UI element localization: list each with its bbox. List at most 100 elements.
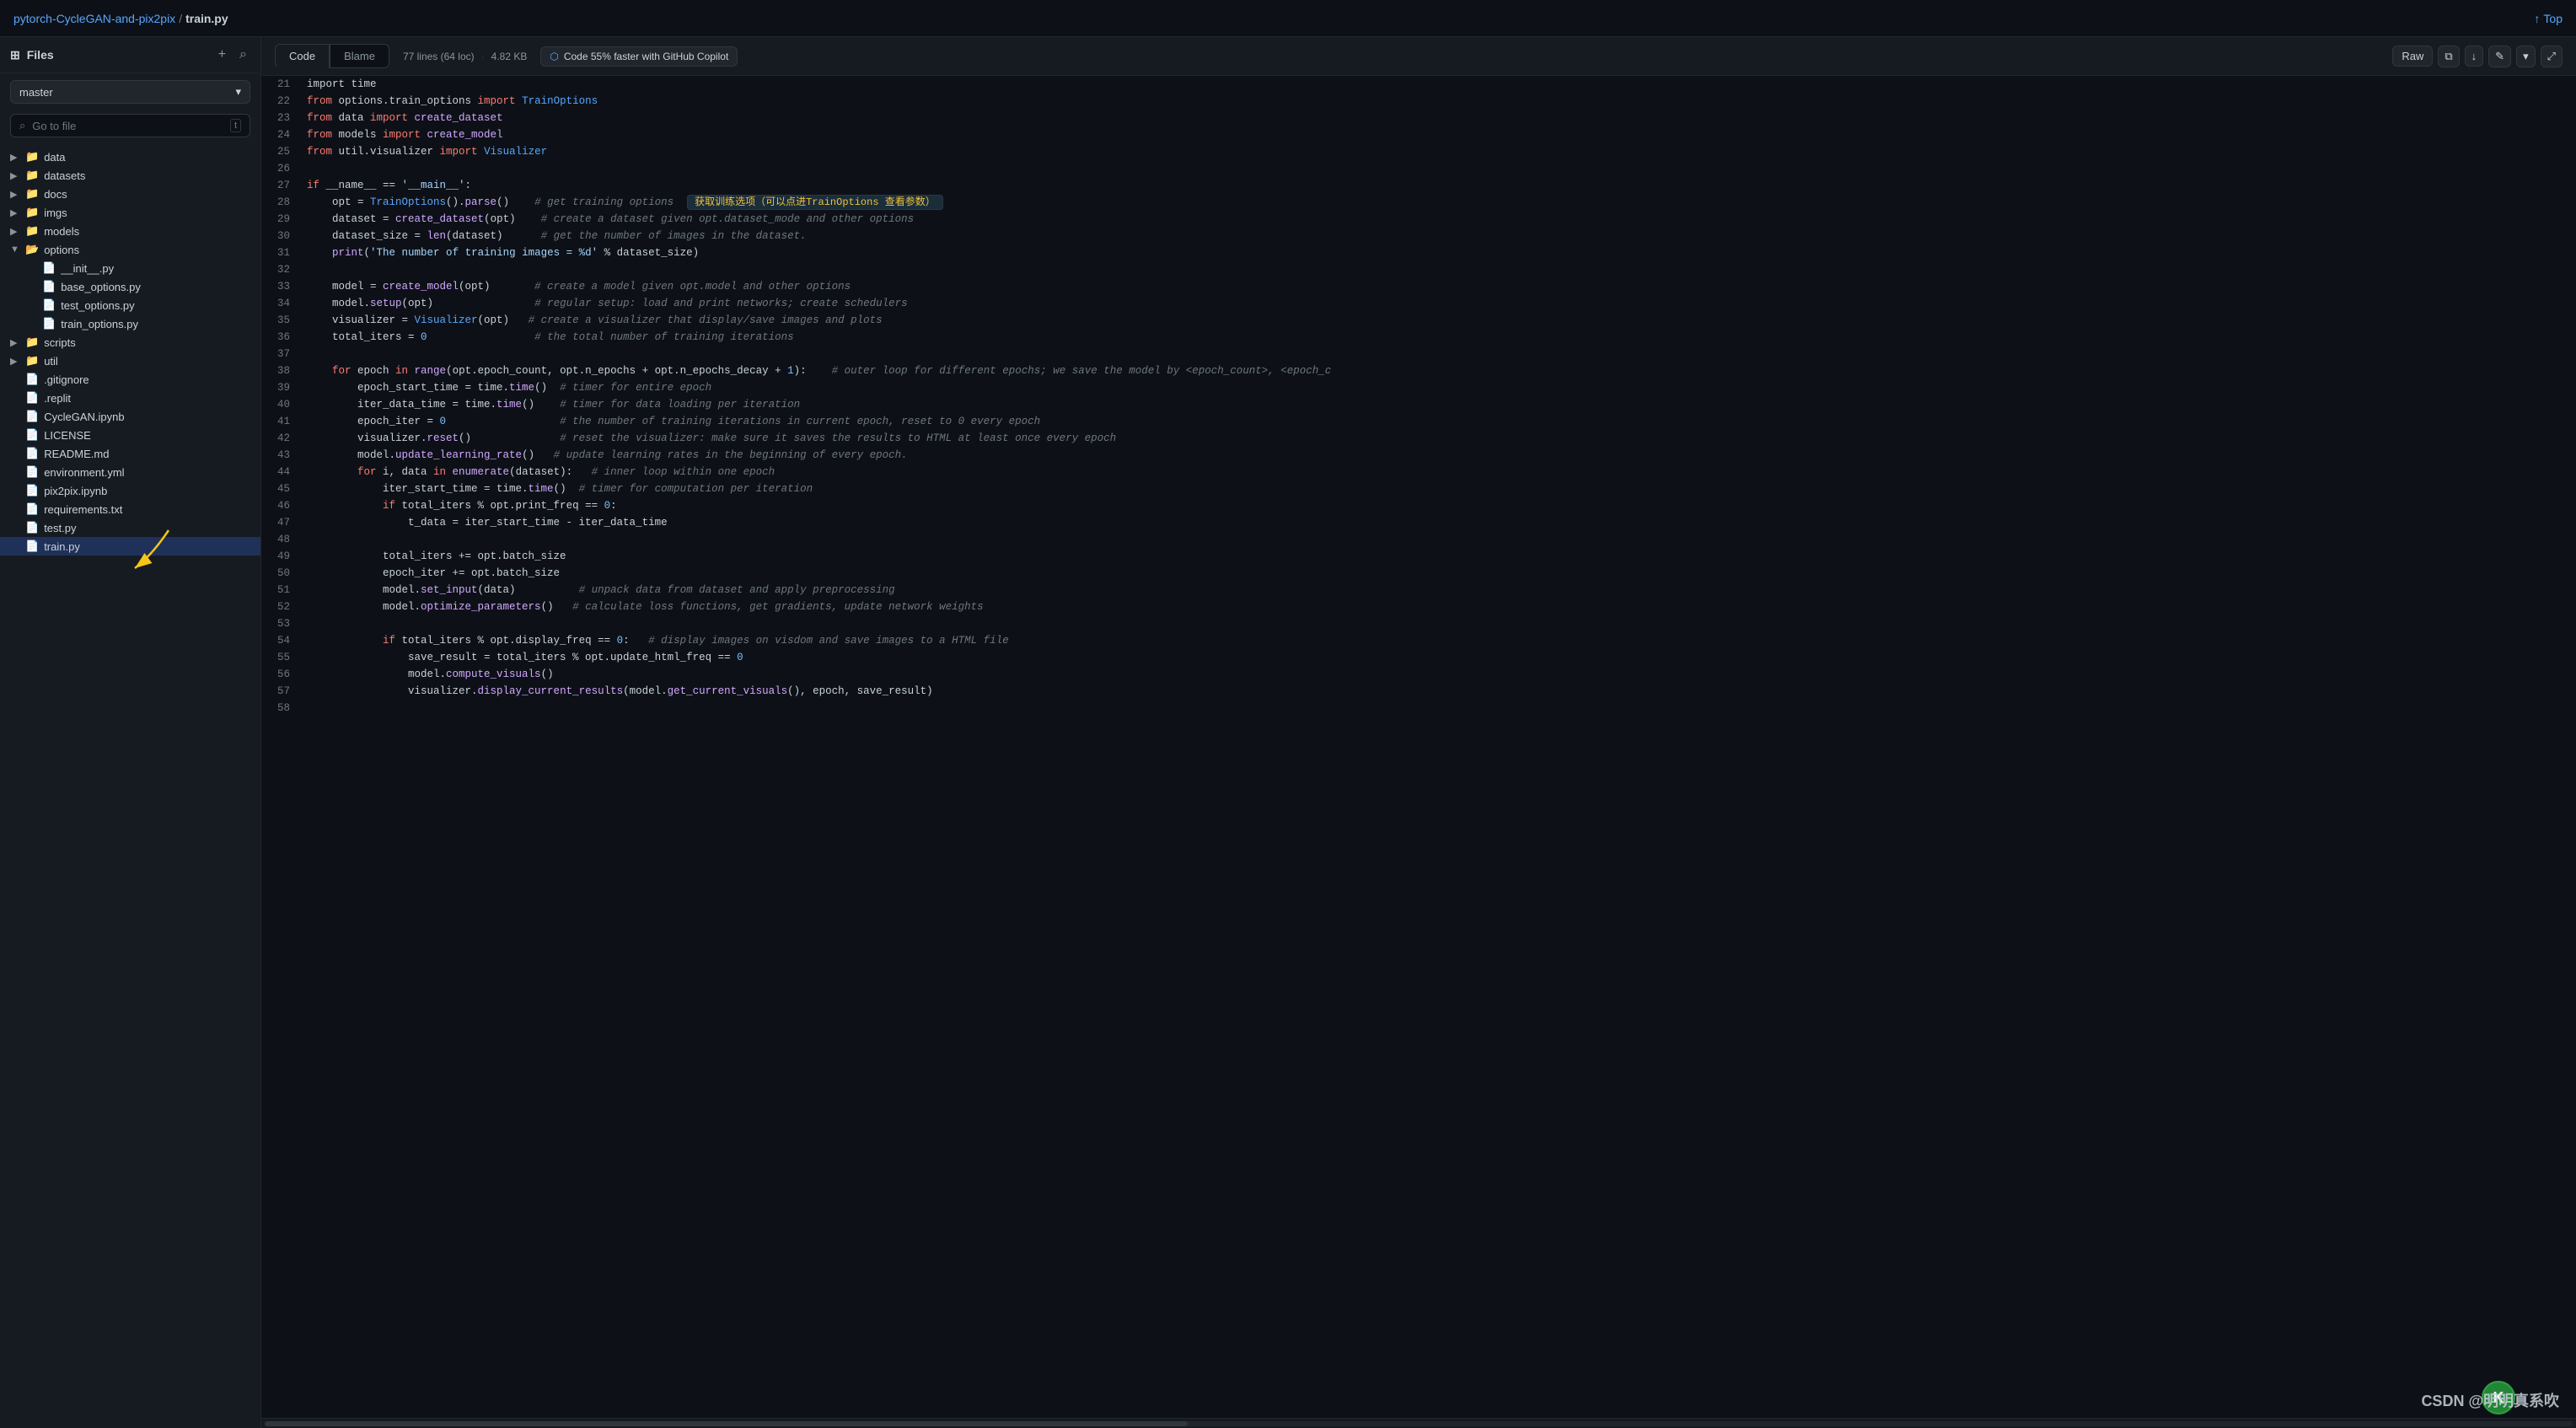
line-code: epoch_start_time = time.time() # timer f… <box>303 379 2576 396</box>
file-icon: 📄 <box>42 280 56 293</box>
sidebar-item-docs[interactable]: ▶ 📁 docs <box>0 185 260 203</box>
line-number: 46 <box>261 497 303 514</box>
line-code: model.optimize_parameters() # calculate … <box>303 599 2576 615</box>
sidebar-item-label: requirements.txt <box>44 503 122 516</box>
line-number: 31 <box>261 244 303 261</box>
add-file-button[interactable]: + <box>215 46 229 64</box>
table-row: 25from util.visualizer import Visualizer <box>261 143 2576 160</box>
sidebar-item-test-options[interactable]: 📄 test_options.py <box>0 296 260 314</box>
line-number: 51 <box>261 582 303 599</box>
sidebar-item-label: README.md <box>44 448 109 460</box>
folder-icon: 📁 <box>25 224 39 238</box>
tab-code[interactable]: Code <box>275 44 330 68</box>
breadcrumb-file: train.py <box>185 12 228 25</box>
edit-button[interactable]: ✎ <box>2488 46 2511 67</box>
line-code: visualizer.reset() # reset the visualize… <box>303 430 2576 447</box>
line-number: 21 <box>261 76 303 93</box>
line-code: visualizer.display_current_results(model… <box>303 683 2576 700</box>
scroll-track <box>265 1421 2573 1426</box>
line-number: 50 <box>261 565 303 582</box>
sidebar-item-label: docs <box>44 188 67 201</box>
sidebar-title-container: ⊞ Files <box>10 48 54 62</box>
sidebar-item-label: .replit <box>44 392 71 405</box>
sidebar-item-gitignore[interactable]: 📄 .gitignore <box>0 370 260 389</box>
top-link[interactable]: ↑ Top <box>2534 12 2563 25</box>
sidebar-item-pix2pix-ipynb[interactable]: 📄 pix2pix.ipynb <box>0 481 260 500</box>
line-code: epoch_iter += opt.batch_size <box>303 565 2576 582</box>
search-input[interactable] <box>32 120 223 132</box>
table-row: 45 iter_start_time = time.time() # timer… <box>261 480 2576 497</box>
line-code: model = create_model(opt) # create a mod… <box>303 278 2576 295</box>
sidebar-item-label: train.py <box>44 540 80 553</box>
chevron-down-icon: ▾ <box>235 85 241 99</box>
breadcrumb-repo[interactable]: pytorch-CycleGAN-and-pix2pix <box>13 12 175 25</box>
sidebar-item-replit[interactable]: 📄 .replit <box>0 389 260 407</box>
fullscreen-button[interactable]: ⤢ <box>2541 46 2563 67</box>
sidebar-item-train-options[interactable]: 📄 train_options.py <box>0 314 260 333</box>
sidebar-item-imgs[interactable]: ▶ 📁 imgs <box>0 203 260 222</box>
table-row: 58 <box>261 700 2576 717</box>
sidebar-item-util[interactable]: ▶ 📁 util <box>0 352 260 370</box>
top-bar: pytorch-CycleGAN-and-pix2pix / train.py … <box>0 0 2576 37</box>
line-code <box>303 700 2576 717</box>
sidebar-item-environment[interactable]: 📄 environment.yml <box>0 463 260 481</box>
download-button[interactable]: ↓ <box>2465 46 2484 67</box>
sidebar-item-label: imgs <box>44 207 67 219</box>
sidebar-item-data[interactable]: ▶ 📁 data <box>0 148 260 166</box>
line-number: 44 <box>261 464 303 480</box>
folder-icon: 📁 <box>25 206 39 219</box>
file-icon: 📄 <box>42 298 56 312</box>
sidebar-item-models[interactable]: ▶ 📁 models <box>0 222 260 240</box>
sidebar-item-base-options[interactable]: 📄 base_options.py <box>0 277 260 296</box>
table-row: 29 dataset = create_dataset(opt) # creat… <box>261 211 2576 228</box>
line-code <box>303 346 2576 362</box>
meta-separator: · <box>481 51 485 62</box>
sidebar-item-test-py[interactable]: 📄 test.py <box>0 518 260 537</box>
table-row: 47 t_data = iter_start_time - iter_data_… <box>261 514 2576 531</box>
folder-icon: 📁 <box>25 150 39 164</box>
table-row: 41 epoch_iter = 0 # the number of traini… <box>261 413 2576 430</box>
table-row: 44 for i, data in enumerate(dataset): # … <box>261 464 2576 480</box>
tab-blame[interactable]: Blame <box>330 44 389 68</box>
copilot-fab-button[interactable]: K <box>2482 1381 2515 1415</box>
sidebar-item-options[interactable]: ▼ 📂 options <box>0 240 260 259</box>
scroll-thumb[interactable] <box>265 1421 1188 1426</box>
branch-selector[interactable]: master ▾ <box>10 80 250 104</box>
table-row: 52 model.optimize_parameters() # calcula… <box>261 599 2576 615</box>
line-code: epoch_iter = 0 # the number of training … <box>303 413 2576 430</box>
copy-button[interactable]: ⧉ <box>2438 46 2459 67</box>
line-number: 39 <box>261 379 303 396</box>
copilot-text: Code 55% faster with GitHub Copilot <box>564 51 728 62</box>
file-icon: 📄 <box>25 502 39 516</box>
table-row: 39 epoch_start_time = time.time() # time… <box>261 379 2576 396</box>
raw-button[interactable]: Raw <box>2392 46 2433 67</box>
sidebar-item-label: __init__.py <box>61 262 114 275</box>
sidebar-item-license[interactable]: 📄 LICENSE <box>0 426 260 444</box>
sidebar-item-train-py[interactable]: 📄 train.py <box>0 537 260 556</box>
sidebar-item-init[interactable]: 📄 __init__.py <box>0 259 260 277</box>
line-number: 56 <box>261 666 303 683</box>
line-number: 58 <box>261 700 303 717</box>
line-number: 23 <box>261 110 303 126</box>
panel-icon: ⊞ <box>10 48 20 62</box>
line-number: 41 <box>261 413 303 430</box>
sidebar-item-scripts[interactable]: ▶ 📁 scripts <box>0 333 260 352</box>
file-meta: 77 lines (64 loc) · 4.82 KB <box>403 51 527 62</box>
code-container[interactable]: 21import time22from options.train_option… <box>261 76 2576 1418</box>
sidebar-item-label: data <box>44 151 65 164</box>
horizontal-scrollbar[interactable] <box>261 1418 2576 1428</box>
search-files-button[interactable]: ⌕ <box>236 46 250 64</box>
line-code: model.update_learning_rate() # update le… <box>303 447 2576 464</box>
content-area: Code Blame 77 lines (64 loc) · 4.82 KB ⬡… <box>261 37 2576 1428</box>
copilot-badge[interactable]: ⬡ Code 55% faster with GitHub Copilot <box>540 46 738 67</box>
sidebar-item-readme[interactable]: 📄 README.md <box>0 444 260 463</box>
table-row: 55 save_result = total_iters % opt.updat… <box>261 649 2576 666</box>
more-button[interactable]: ▾ <box>2516 46 2536 67</box>
sidebar-item-cycleGAN-ipynb[interactable]: 📄 CycleGAN.ipynb <box>0 407 260 426</box>
sidebar-item-requirements[interactable]: 📄 requirements.txt <box>0 500 260 518</box>
sidebar-item-datasets[interactable]: ▶ 📁 datasets <box>0 166 260 185</box>
chevron-right-icon: ▶ <box>10 356 20 367</box>
chevron-right-icon: ▶ <box>10 152 20 163</box>
chevron-right-icon: ▶ <box>10 337 20 348</box>
table-row: 56 model.compute_visuals() <box>261 666 2576 683</box>
